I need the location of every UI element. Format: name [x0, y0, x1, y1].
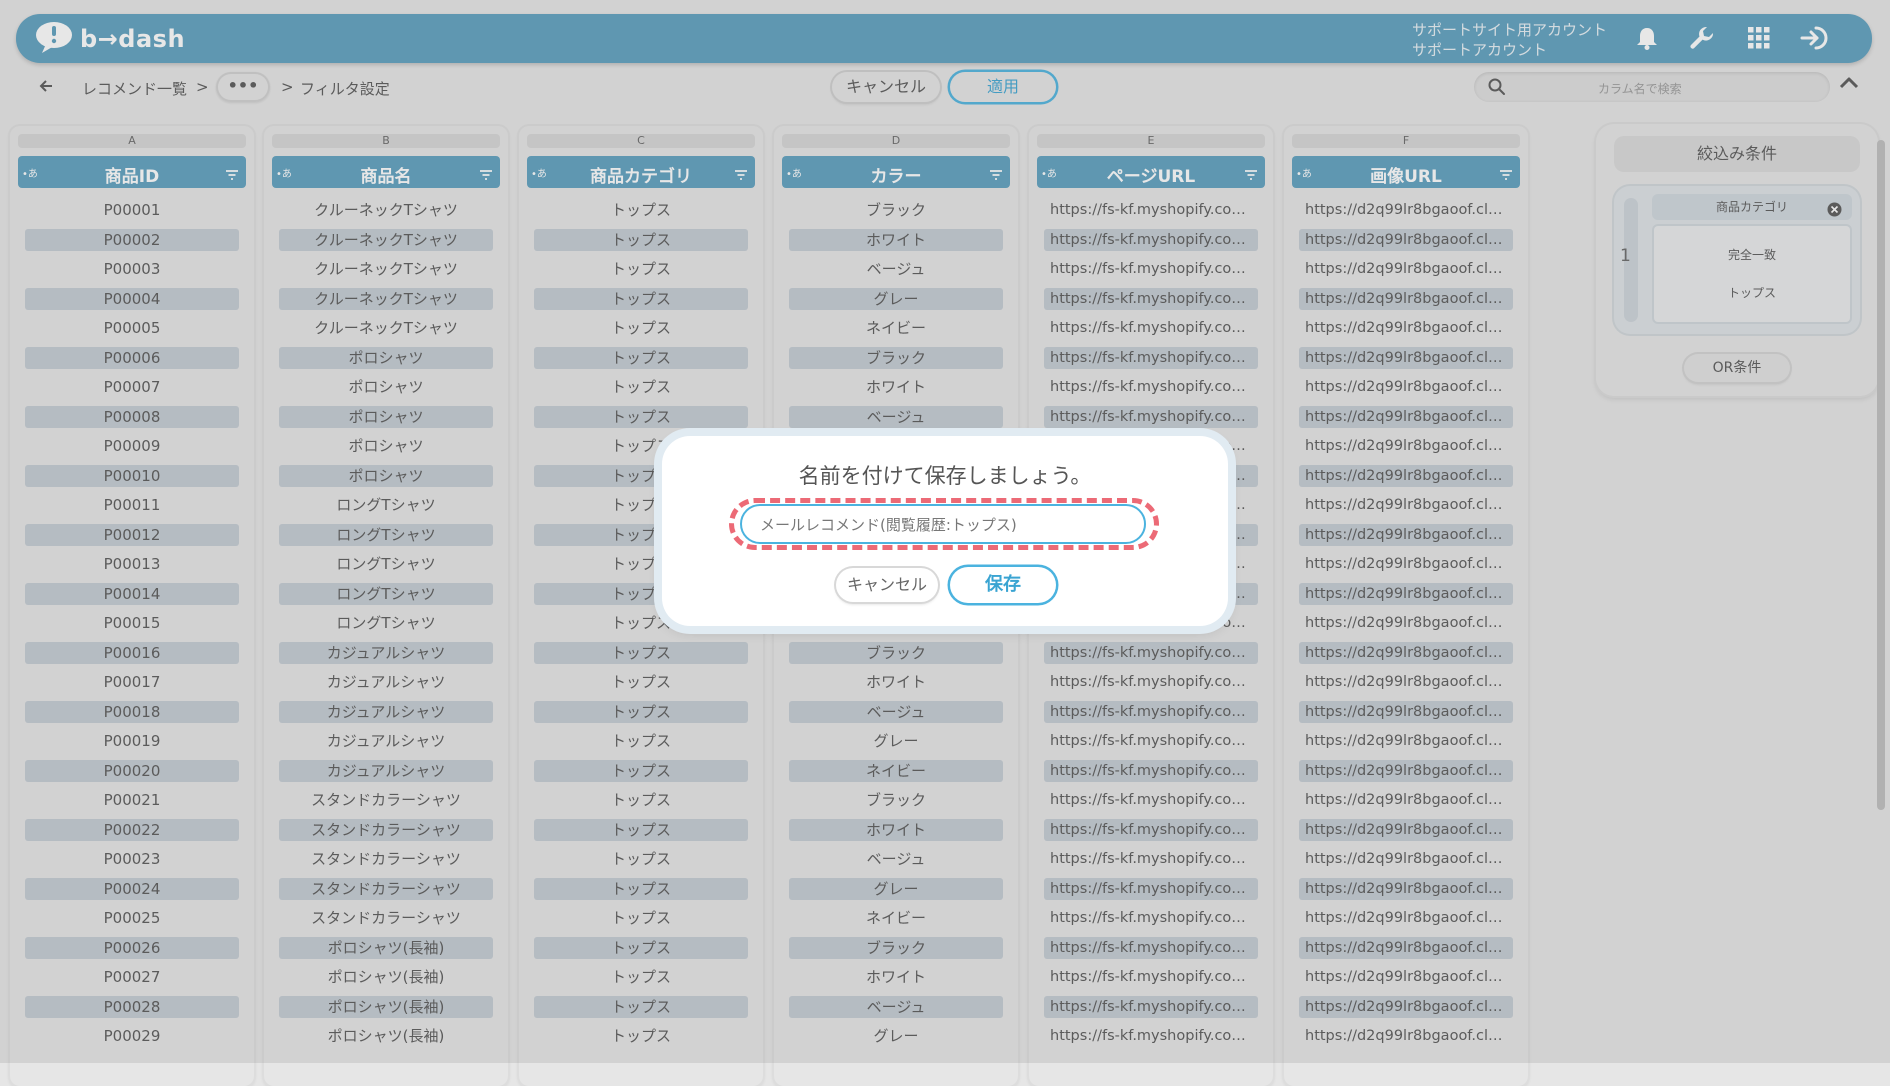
dialog-title: 名前を付けて保存しましょう。 — [798, 464, 1092, 488]
recommend-name-input[interactable] — [740, 504, 1146, 544]
dialog-save-button[interactable]: 保存 — [950, 567, 1056, 603]
save-name-dialog: 名前を付けて保存しましょう。 キャンセル 保存 — [662, 436, 1228, 626]
dialog-cancel-button[interactable]: キャンセル — [836, 568, 938, 602]
